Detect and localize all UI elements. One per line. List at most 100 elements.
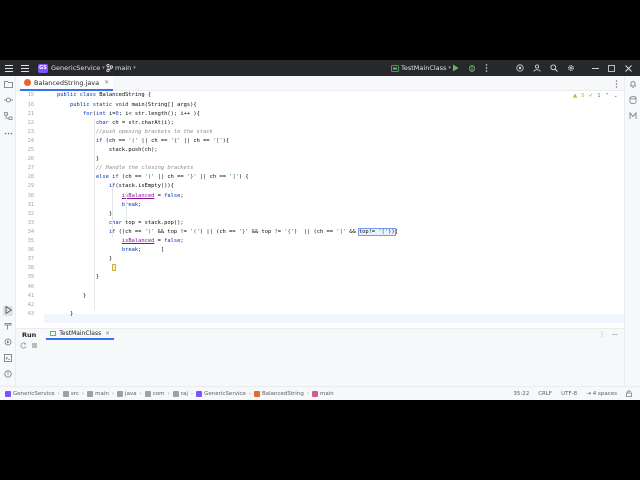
cursor-position[interactable]: 35:22 (513, 391, 529, 397)
problems-tool-button[interactable] (3, 370, 13, 380)
code-line[interactable]: isBalanced = false; (44, 237, 184, 246)
line-number[interactable]: 32 (16, 210, 34, 219)
line-number[interactable]: 30 (16, 192, 34, 201)
maven-tool-button[interactable] (628, 111, 638, 122)
breadcrumb-item[interactable]: main (312, 390, 334, 397)
code-line[interactable]: break; [ (44, 246, 164, 255)
code-line[interactable]: } (44, 255, 112, 264)
search-everywhere-button[interactable] (550, 60, 558, 76)
hamburger-button[interactable] (21, 60, 29, 76)
line-number[interactable]: 36 (16, 246, 34, 255)
code-line[interactable]: } (44, 292, 86, 301)
profile-button[interactable] (533, 60, 541, 76)
code-line[interactable]: if ((ch == ')' && top != '(') || (ch == … (44, 227, 398, 237)
line-number[interactable]: 37 (16, 255, 34, 264)
commit-tool-button[interactable] (3, 96, 13, 106)
minimize-button[interactable] (592, 60, 599, 76)
structure-tool-button[interactable] (3, 112, 13, 122)
close-tab-icon[interactable]: ✕ (104, 79, 109, 86)
line-number[interactable]: 43 (16, 310, 34, 319)
line-separator[interactable]: CRLF (538, 391, 552, 397)
breadcrumb-item[interactable]: GenericService (5, 390, 55, 397)
code-line[interactable]: public class BalancedString { (44, 91, 151, 100)
breadcrumb-item[interactable]: main (87, 390, 109, 397)
main-menu-button[interactable] (5, 60, 13, 76)
run-tab-testmainclass[interactable]: TestMainClass ✕ (46, 329, 114, 340)
rerun-icon[interactable] (20, 342, 27, 351)
code-line[interactable]: for(int i=0; i< str.length(); i++ ){ (44, 110, 200, 119)
code-line[interactable]: } (44, 310, 73, 319)
code-line[interactable]: isBalanced = false; (44, 192, 184, 201)
indent-setting[interactable]: ⇥ 4 spaces (586, 391, 617, 397)
line-number[interactable]: 27 (16, 164, 34, 173)
code-line[interactable]: if(stack.isEmpty()){ (44, 182, 174, 191)
vcs-branch-widget[interactable]: main ▾ (106, 60, 136, 76)
maximize-button[interactable] (608, 60, 615, 76)
code-line[interactable]: stack.push(ch); (44, 146, 158, 155)
line-number[interactable]: 34 (16, 228, 34, 237)
code-with-me-button[interactable] (516, 60, 524, 76)
chevron-down-icon[interactable]: ⌄ (613, 93, 618, 99)
code-line[interactable]: } (44, 210, 112, 219)
build-tool-button[interactable] (3, 322, 13, 332)
run-config-selector[interactable]: TestMainClass ▾ (391, 60, 451, 76)
code-line[interactable]: if (ch == '(' || ch == '{' || ch == '[')… (44, 137, 229, 146)
settings-button[interactable] (567, 60, 575, 76)
code-line[interactable]: else if (ch == ')' || ch == '}' || ch ==… (44, 173, 249, 182)
services-tool-button[interactable] (3, 338, 13, 348)
line-number[interactable]: 25 (16, 146, 34, 155)
line-number[interactable]: 23 (16, 128, 34, 137)
line-number[interactable]: 41 (16, 292, 34, 301)
code-editor[interactable]: 15 16 21 22 23 24 25 26 27 28 29 30 31 32 33 34 35 36 37 38… (16, 91, 624, 328)
terminal-tool-button[interactable] (3, 354, 13, 364)
more-actions-button[interactable] (485, 60, 488, 76)
database-tool-button[interactable] (628, 96, 638, 106)
breadcrumb-item[interactable]: com (144, 390, 165, 397)
code-line[interactable]: } (44, 273, 99, 282)
file-encoding[interactable]: UTF-8 (561, 391, 577, 397)
line-number[interactable]: 21 (16, 110, 34, 119)
line-number[interactable]: 28 (16, 173, 34, 182)
breadcrumb-item[interactable]: raj (172, 390, 188, 397)
tab-more-button[interactable] (615, 80, 618, 90)
breadcrumb-item[interactable]: src (62, 390, 79, 397)
inspections-widget[interactable]: ▲ 5 ✓ 1 ⌃ ⌄ (573, 93, 618, 99)
line-number[interactable]: 31 (16, 201, 34, 210)
code-line[interactable]: //push opening brackets to the stack (44, 128, 213, 137)
notifications-button[interactable] (628, 80, 638, 90)
breadcrumb-item[interactable]: GenericService (196, 390, 246, 397)
breadcrumb-item[interactable]: java (117, 390, 137, 397)
line-number[interactable]: 24 (16, 137, 34, 146)
run-tool-button[interactable] (3, 305, 13, 316)
minimize-panel-icon[interactable]: — (612, 331, 618, 338)
line-number[interactable]: 38 (16, 264, 34, 273)
line-number[interactable]: 42 (16, 301, 34, 310)
more-vertical-icon[interactable]: ⋮ (599, 331, 605, 338)
line-number[interactable]: 35 (16, 237, 34, 246)
more-tools-button[interactable] (3, 128, 13, 138)
code-line[interactable]: char ch = str.charAt(i); (44, 119, 174, 128)
code-line[interactable]: public static void main(String[] args){ (44, 101, 197, 110)
chevron-up-icon[interactable]: ⌃ (605, 93, 610, 99)
code-line[interactable]: // Handle the closing brackets (44, 164, 193, 173)
line-number[interactable]: 29 (16, 182, 34, 191)
breadcrumb-item[interactable]: BalancedString (253, 390, 304, 397)
line-number[interactable]: 40 (16, 283, 34, 292)
tab-balancedstring-java[interactable]: BalancedString.java ✕ (20, 76, 114, 91)
code-line[interactable]: } (44, 155, 99, 164)
line-number[interactable]: 26 (16, 155, 34, 164)
line-number[interactable]: 22 (16, 119, 34, 128)
stop-icon[interactable] (31, 342, 38, 351)
line-number[interactable]: 33 (16, 219, 34, 228)
project-widget[interactable]: GS GenericService ▾ (38, 60, 105, 76)
project-tool-button[interactable] (3, 80, 13, 90)
line-number[interactable]: 15 (16, 91, 34, 100)
close-icon[interactable]: ✕ (105, 331, 110, 337)
run-button[interactable] (452, 60, 459, 76)
lock-icon[interactable] (626, 390, 632, 399)
close-window-button[interactable] (625, 60, 632, 76)
code-line[interactable]: char top = stack.pop(); (44, 219, 184, 228)
debug-button[interactable] (468, 60, 476, 76)
line-number[interactable]: 16 (16, 101, 34, 110)
line-number[interactable]: 39 (16, 273, 34, 282)
